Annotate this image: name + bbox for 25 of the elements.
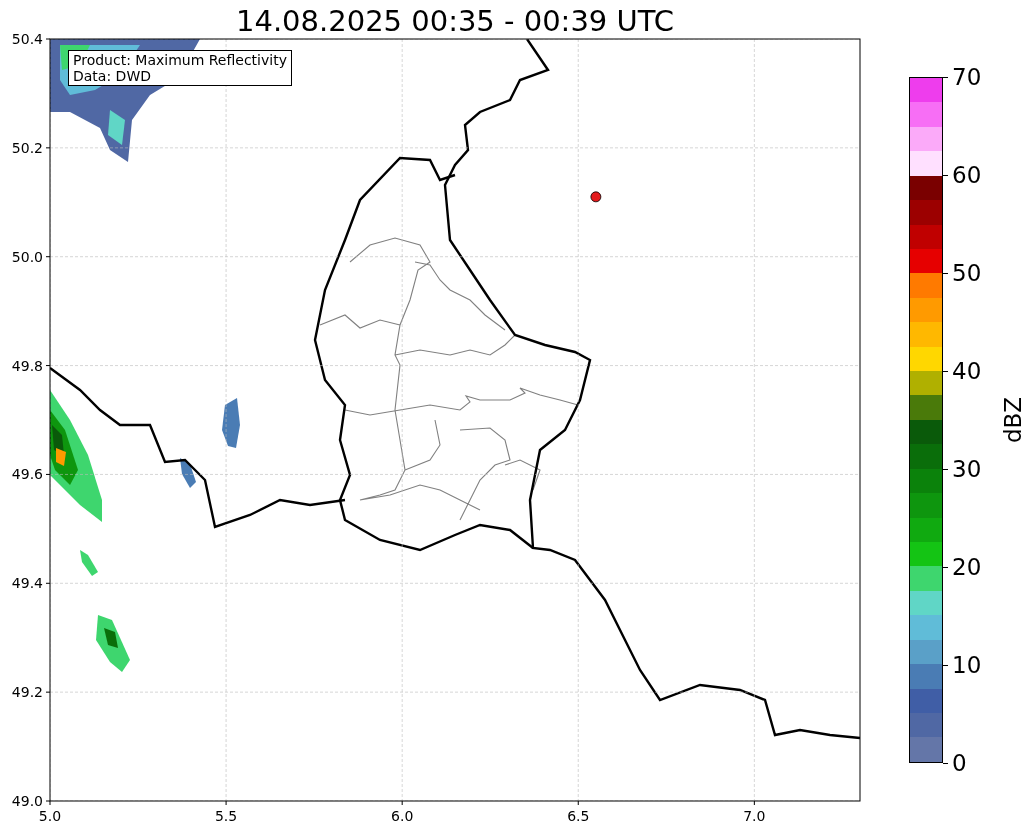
colorbar-tick-label: 10 (952, 652, 982, 678)
colorbar-tick-label: 0 (952, 750, 967, 776)
colorbar-label: dBZ (1000, 396, 1023, 444)
y-tick-label: 50.2 (11, 139, 43, 156)
colorbar-tick-label: 60 (952, 162, 982, 188)
annotation-text: Product: Maximum Reflectivity (73, 52, 287, 68)
colorbar-tick-label: 70 (952, 64, 982, 90)
x-tick-label: 6.0 (391, 808, 414, 824)
x-tick-label: 5.0 (38, 808, 62, 824)
x-tick-label: 7.0 (743, 808, 766, 824)
annotation-text: Data: DWD (73, 68, 152, 84)
colorbar-tick-label: 40 (952, 358, 982, 384)
y-tick-label: 49.8 (11, 357, 43, 374)
y-tick-label: 50.4 (11, 31, 43, 47)
y-tick-label: 49.6 (11, 466, 43, 483)
x-tick-label: 5.5 (214, 808, 238, 824)
x-tick-label: 6.5 (567, 808, 590, 824)
y-tick-label: 50.0 (11, 248, 43, 265)
colorbar-tick-label: 30 (952, 456, 982, 482)
colorbar-tick-label: 20 (952, 554, 982, 580)
chart-title: 14.08.2025 00:35 - 00:39 UTC (236, 3, 674, 39)
y-tick-label: 49.4 (11, 575, 43, 592)
y-tick-label: 49.2 (11, 684, 43, 701)
colorbar-tick-label: 50 (952, 260, 982, 286)
y-tick-label: 49.0 (11, 793, 43, 809)
